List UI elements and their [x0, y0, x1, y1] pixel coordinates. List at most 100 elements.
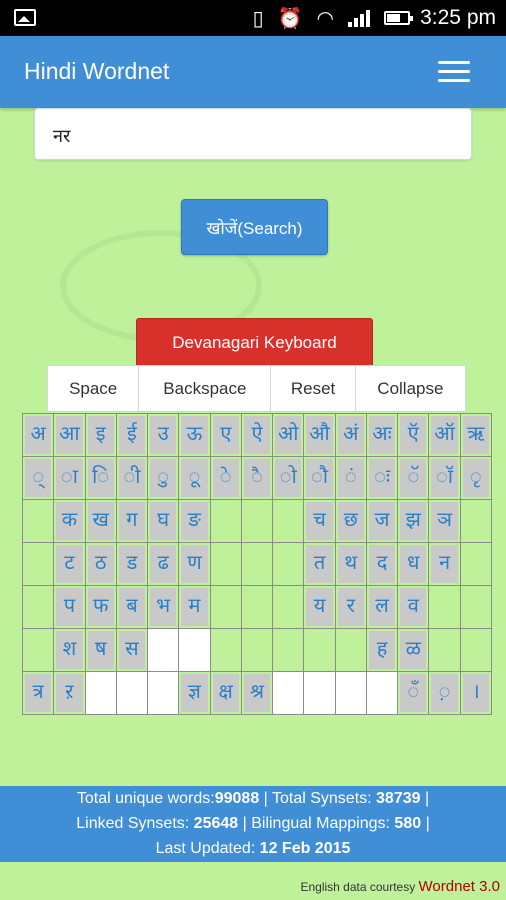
keyboard-empty-cell	[272, 499, 305, 543]
keyboard-key[interactable]: न	[428, 542, 461, 586]
keyboard-key[interactable]: श	[53, 628, 86, 672]
keyboard-key[interactable]: ए	[209, 413, 242, 457]
keyboard-key[interactable]: प	[53, 585, 86, 629]
keyboard-key[interactable]: भ	[147, 585, 180, 629]
space-button[interactable]: Space	[48, 366, 140, 411]
keyboard-key[interactable]: ज	[365, 499, 399, 543]
keyboard-key[interactable]: इ	[84, 413, 117, 457]
key-label: ण	[181, 545, 208, 583]
keyboard-key[interactable]: ओ	[272, 413, 305, 457]
keyboard-key[interactable]: ि	[84, 456, 117, 500]
collapse-button[interactable]: Collapse	[356, 366, 465, 411]
keyboard-key[interactable]: ढ	[147, 542, 180, 586]
keyboard-key[interactable]: अः	[365, 413, 399, 457]
key-label: य	[306, 588, 333, 626]
keyboard-key[interactable]: त्र	[21, 671, 55, 715]
keyboard-key[interactable]: ा	[53, 456, 86, 500]
key-label: ्	[25, 459, 52, 497]
hamburger-menu-icon[interactable]	[438, 61, 470, 83]
keyboard-key[interactable]: ं	[334, 456, 367, 500]
keyboard-key[interactable]: ऱ	[53, 671, 86, 715]
key-label: ु	[150, 459, 177, 497]
keyboard-key[interactable]: ष	[84, 628, 117, 672]
keyboard-key[interactable]: अ	[21, 413, 55, 457]
keyboard-key[interactable]: औ	[303, 413, 336, 457]
keyboard-key[interactable]: स	[115, 628, 149, 672]
keyboard-key[interactable]: ॅ	[397, 456, 430, 500]
keyboard-key[interactable]: ँ	[397, 671, 430, 715]
keyboard-key[interactable]: ऋ	[459, 413, 493, 457]
keyboard-key[interactable]: क्ष	[209, 671, 242, 715]
keyboard-key[interactable]: च	[303, 499, 336, 543]
keyboard-key[interactable]: ब	[115, 585, 149, 629]
keyboard-key[interactable]: ॉ	[428, 456, 461, 500]
search-button[interactable]: खोजें(Search)	[181, 199, 328, 255]
app-bar: Hindi Wordnet	[0, 36, 506, 108]
keyboard-key[interactable]: व	[397, 585, 430, 629]
keyboard-key[interactable]: े	[209, 456, 242, 500]
keyboard-key[interactable]: ड	[115, 542, 149, 586]
keyboard-key[interactable]: ो	[272, 456, 305, 500]
keyboard-key[interactable]: त	[303, 542, 336, 586]
keyboard-key[interactable]: क	[53, 499, 86, 543]
keyboard-empty-cell	[21, 542, 55, 586]
devanagari-keyboard-button[interactable]: Devanagari Keyboard	[136, 318, 373, 367]
reset-button[interactable]: Reset	[271, 366, 356, 411]
keyboard-key[interactable]: ट	[53, 542, 86, 586]
keyboard-key[interactable]: ृ	[459, 456, 493, 500]
keyboard-key[interactable]: आ	[53, 413, 86, 457]
keyboard-key[interactable]: थ	[334, 542, 367, 586]
keyboard-key[interactable]: ु	[147, 456, 180, 500]
keyboard-key[interactable]: म	[178, 585, 211, 629]
app-title: Hindi Wordnet	[24, 58, 170, 84]
keyboard-key[interactable]: ी	[115, 456, 149, 500]
keyboard-key[interactable]: छ	[334, 499, 367, 543]
keyboard-key[interactable]: ञ	[428, 499, 461, 543]
keyboard-key[interactable]: ज्ञ	[178, 671, 211, 715]
keyboard-key[interactable]: घ	[147, 499, 180, 543]
keyboard-key[interactable]: श्र	[240, 671, 274, 715]
keyboard-key[interactable]: ध	[397, 542, 430, 586]
keyboard-key[interactable]: ़	[428, 671, 461, 715]
search-input[interactable]: नर	[34, 108, 472, 160]
keyboard-key[interactable]: ऊ	[178, 413, 211, 457]
keyboard-key[interactable]: ै	[240, 456, 274, 500]
keyboard-key[interactable]: र	[334, 585, 367, 629]
keyboard-key[interactable]: ह	[365, 628, 399, 672]
keyboard-key[interactable]: फ	[84, 585, 117, 629]
keyboard-key[interactable]: ।	[459, 671, 493, 715]
keyboard-empty-cell	[459, 542, 493, 586]
keyboard-empty-cell	[334, 628, 367, 672]
keyboard-key[interactable]: अं	[334, 413, 367, 457]
key-label: ऋ	[462, 416, 489, 454]
keyboard-key[interactable]: ग	[115, 499, 149, 543]
wordnet-link[interactable]: Wordnet 3.0	[419, 878, 500, 895]
keyboard-key[interactable]: ळ	[397, 628, 430, 672]
keyboard-key[interactable]: ङ	[178, 499, 211, 543]
keyboard-key[interactable]: झ	[397, 499, 430, 543]
keyboard-key[interactable]: ई	[115, 413, 149, 457]
keyboard-key[interactable]: ौ	[303, 456, 336, 500]
keyboard-key[interactable]: ू	[178, 456, 211, 500]
keyboard-key[interactable]: ख	[84, 499, 117, 543]
key-label: व	[400, 588, 427, 626]
keyboard-key[interactable]: ल	[365, 585, 399, 629]
keyboard-key[interactable]: ऍ	[397, 413, 430, 457]
keyboard-key[interactable]: ऐ	[240, 413, 274, 457]
keyboard-key[interactable]: उ	[147, 413, 180, 457]
keyboard-row: शषस हळ	[21, 628, 493, 672]
key-label: द	[368, 545, 396, 583]
key-label: ॉ	[431, 459, 458, 497]
keyboard-empty-cell	[459, 585, 493, 629]
keyboard-key[interactable]: ण	[178, 542, 211, 586]
keyboard-key[interactable]: य	[303, 585, 336, 629]
keyboard-key[interactable]: ठ	[84, 542, 117, 586]
keyboard-empty-cell	[209, 628, 242, 672]
keyboard-key[interactable]: ः	[365, 456, 399, 500]
keyboard-row: पफबभम यरलव	[21, 585, 493, 629]
backspace-button[interactable]: Backspace	[139, 366, 272, 411]
keyboard-key[interactable]: ्	[21, 456, 55, 500]
key-label: श्र	[243, 674, 271, 712]
keyboard-key[interactable]: ऑ	[428, 413, 461, 457]
keyboard-key[interactable]: द	[365, 542, 399, 586]
